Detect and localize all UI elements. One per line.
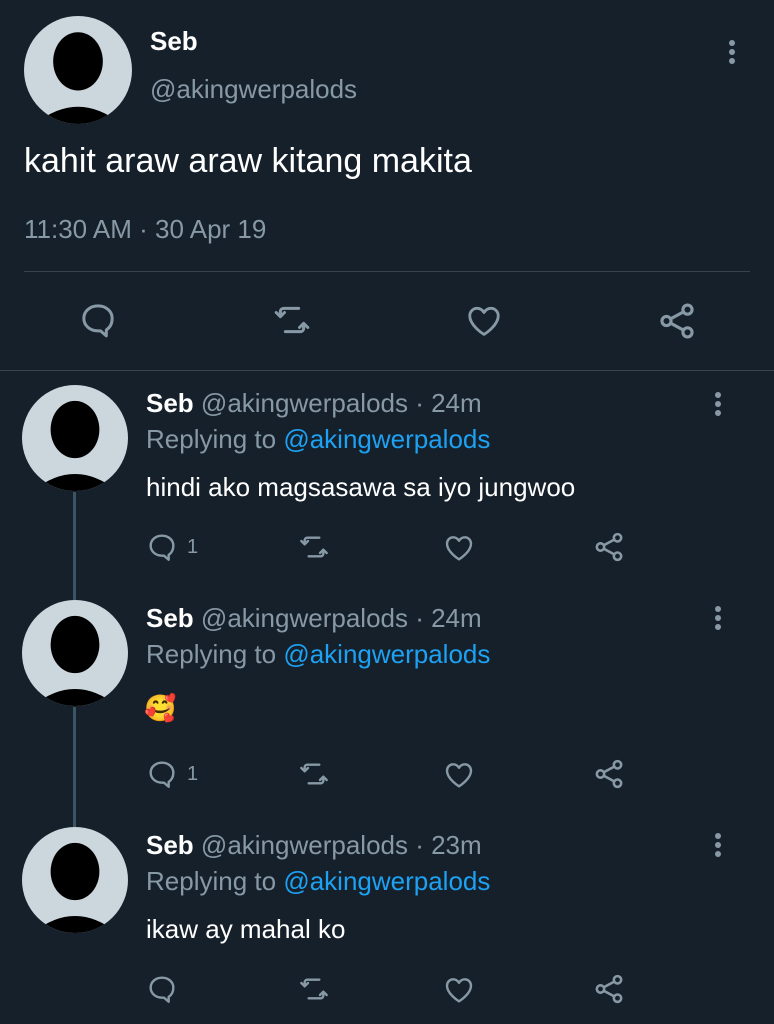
- share-icon[interactable]: [592, 757, 626, 791]
- retweet-icon[interactable]: [296, 973, 332, 1005]
- reply-icon[interactable]: [78, 300, 118, 340]
- share-icon[interactable]: [656, 300, 698, 342]
- reply-header: Seb @akingwerpalods · 24m: [146, 603, 482, 634]
- avatar[interactable]: [24, 16, 132, 124]
- author-name[interactable]: Seb: [146, 388, 194, 418]
- author-handle[interactable]: @akingwerpalods: [150, 74, 357, 105]
- thread-line: [73, 707, 76, 827]
- author-name[interactable]: Seb: [146, 603, 194, 633]
- replying-to: Replying to @akingwerpalods: [146, 639, 490, 670]
- retweet-icon[interactable]: [296, 531, 332, 563]
- replying-to-handle[interactable]: @akingwerpalods: [283, 424, 490, 454]
- replying-to-label: Replying to: [146, 866, 277, 896]
- more-vertical-icon[interactable]: [728, 40, 736, 64]
- share-icon[interactable]: [592, 972, 626, 1006]
- avatar[interactable]: [22, 385, 128, 491]
- reply-icon[interactable]: [146, 973, 178, 1005]
- retweet-icon[interactable]: [270, 300, 314, 340]
- replying-to: Replying to @akingwerpalods: [146, 866, 490, 897]
- reply-text: 🥰: [144, 693, 177, 723]
- reply-count: 1: [187, 763, 199, 785]
- heart-icon[interactable]: [442, 974, 476, 1006]
- author-handle-time[interactable]: @akingwerpalods · 24m: [201, 388, 482, 418]
- replying-to-label: Replying to: [146, 424, 277, 454]
- avatar[interactable]: [22, 827, 128, 933]
- reply-header: Seb @akingwerpalods · 24m: [146, 388, 482, 419]
- replying-to-handle[interactable]: @akingwerpalods: [283, 866, 490, 896]
- tweet-timestamp[interactable]: 11:30 AM · 30 Apr 19: [24, 214, 266, 245]
- reply-header: Seb @akingwerpalods · 23m: [146, 830, 482, 861]
- more-vertical-icon[interactable]: [714, 606, 722, 630]
- more-vertical-icon[interactable]: [714, 392, 722, 416]
- reply-icon[interactable]: [146, 758, 178, 790]
- avatar[interactable]: [22, 600, 128, 706]
- divider: [0, 370, 774, 371]
- reply-text: hindi ako magsasawa sa iyo jungwoo: [146, 472, 576, 502]
- replying-to-label: Replying to: [146, 639, 277, 669]
- author-handle-time[interactable]: @akingwerpalods · 24m: [201, 603, 482, 633]
- divider: [24, 271, 750, 272]
- author-handle-time[interactable]: @akingwerpalods · 23m: [201, 830, 482, 860]
- author-name[interactable]: Seb: [146, 830, 194, 860]
- replying-to: Replying to @akingwerpalods: [146, 424, 490, 455]
- reply-text: ikaw ay mahal ko: [146, 914, 346, 944]
- tweet-text: kahit araw araw kitang makita: [24, 142, 472, 180]
- heart-icon[interactable]: [442, 532, 476, 564]
- reply-count: 1: [187, 536, 199, 558]
- heart-icon[interactable]: [442, 759, 476, 791]
- author-name[interactable]: Seb: [150, 26, 198, 57]
- reply-icon[interactable]: [146, 531, 178, 563]
- thread-line: [73, 492, 76, 600]
- share-icon[interactable]: [592, 530, 626, 564]
- retweet-icon[interactable]: [296, 758, 332, 790]
- more-vertical-icon[interactable]: [714, 833, 722, 857]
- replying-to-handle[interactable]: @akingwerpalods: [283, 639, 490, 669]
- heart-icon[interactable]: [464, 302, 504, 340]
